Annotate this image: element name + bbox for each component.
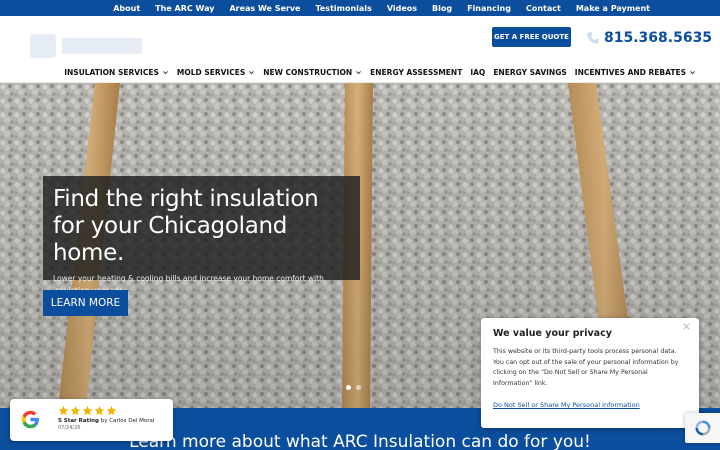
star-rating	[58, 405, 117, 416]
nav-label: INSULATION SERVICES	[64, 67, 159, 77]
utility-link-blog[interactable]: Blog	[432, 4, 452, 13]
nav-energy-savings[interactable]: ENERGY SAVINGS	[493, 68, 566, 77]
utility-link-payment[interactable]: Make a Payment	[576, 4, 650, 13]
phone-contact[interactable]: 815.368.5635	[586, 27, 712, 49]
star-icon	[82, 405, 93, 416]
nav-label: ENERGY SAVINGS	[493, 67, 567, 77]
main-nav: INSULATION SERVICES MOLD SERVICES NEW CO…	[0, 65, 720, 79]
google-review-badge[interactable]: 5 Star Rating by Carlos Del Moral 07/24/…	[10, 399, 173, 441]
chevron-down-icon	[249, 70, 255, 74]
nav-incentives-rebates[interactable]: INCENTIVES AND REBATES	[575, 68, 696, 77]
learn-more-button[interactable]: LEARN MORE	[43, 290, 128, 316]
utility-link-financing[interactable]: Financing	[467, 4, 511, 13]
nav-insulation-services[interactable]: INSULATION SERVICES	[64, 68, 169, 77]
free-quote-button[interactable]: GET A FREE QUOTE	[492, 27, 571, 47]
rating-label: 5 Star Rating	[58, 418, 99, 424]
do-not-sell-link[interactable]: Do Not Sell or Share My Personal Informa…	[493, 401, 687, 409]
slider-dot[interactable]	[356, 385, 361, 390]
utility-nav: About The ARC Way Areas We Serve Testimo…	[0, 0, 720, 16]
rating-line: 5 Star Rating by Carlos Del Moral	[58, 418, 154, 424]
chevron-down-icon	[162, 70, 168, 74]
nav-iaq[interactable]: IAQ	[470, 68, 485, 77]
chevron-down-icon	[356, 70, 362, 74]
utility-link-about[interactable]: About	[113, 4, 140, 13]
review-date: 07/24/26	[58, 425, 81, 431]
phone-icon	[587, 32, 599, 44]
slider-dots	[346, 385, 361, 390]
chevron-down-icon	[690, 70, 695, 74]
site-logo[interactable]	[30, 26, 150, 66]
hero-title: Find the right insulation for your Chica…	[53, 186, 319, 266]
nav-label: IAQ	[470, 67, 486, 77]
privacy-title: We value your privacy	[493, 328, 612, 339]
phone-number[interactable]: 815.368.5635	[604, 30, 712, 46]
nav-label: INCENTIVES AND REBATES	[574, 67, 686, 77]
nav-energy-assessment[interactable]: ENERGY ASSESSMENT	[370, 68, 462, 77]
star-icon	[94, 405, 105, 416]
utility-link-arc-way[interactable]: The ARC Way	[155, 4, 214, 13]
nav-label: NEW CONSTRUCTION	[263, 67, 353, 77]
utility-link-videos[interactable]: Videos	[387, 4, 417, 13]
star-icon	[106, 405, 117, 416]
reviewer-name: by Carlos Del Moral	[100, 418, 155, 424]
nav-new-construction[interactable]: NEW CONSTRUCTION	[263, 68, 362, 77]
star-icon	[58, 405, 69, 416]
utility-link-areas[interactable]: Areas We Serve	[229, 4, 300, 13]
nav-label: MOLD SERVICES	[176, 67, 246, 77]
google-icon	[21, 410, 39, 429]
site-header: GET A FREE QUOTE 815.368.5635 INSULATION…	[0, 16, 720, 83]
privacy-popup: We value your privacy This website or it…	[481, 318, 699, 428]
utility-link-contact[interactable]: Contact	[526, 4, 561, 13]
nav-mold-services[interactable]: MOLD SERVICES	[177, 68, 255, 77]
star-icon	[70, 405, 81, 416]
close-icon[interactable]	[682, 322, 691, 331]
nav-label: ENERGY ASSESSMENT	[370, 67, 463, 77]
recaptcha-icon	[695, 420, 710, 436]
recaptcha-badge[interactable]	[685, 413, 720, 443]
privacy-body: This website or its third-party tools pr…	[493, 348, 679, 387]
hero-text-box: Find the right insulation for your Chica…	[43, 176, 360, 295]
slider-dot[interactable]	[346, 385, 351, 390]
utility-link-testimonials[interactable]: Testimonials	[315, 4, 371, 13]
